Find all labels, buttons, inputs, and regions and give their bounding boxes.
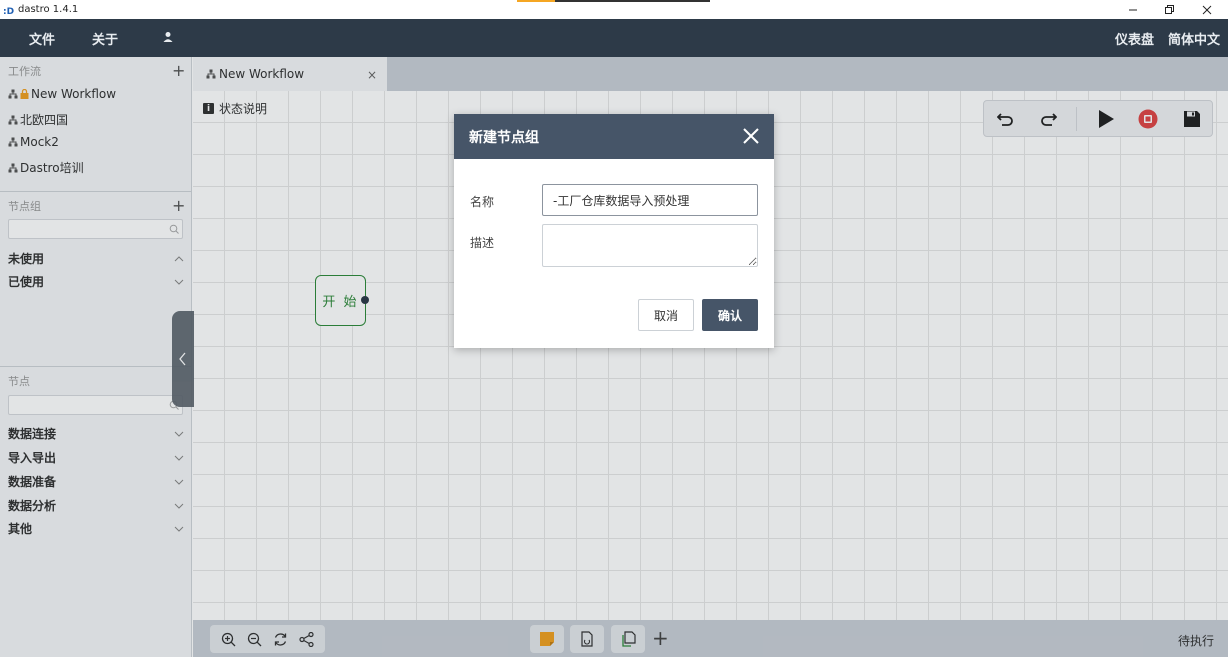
close-icon[interactable] [1189,0,1225,19]
menu-file[interactable]: 文件 [29,29,55,48]
name-field[interactable] [542,184,758,216]
cancel-button[interactable]: 取消 [638,299,694,331]
name-label: 名称 [470,195,495,209]
description-label: 描述 [470,236,495,250]
dialog-header: 新建节点组 [454,114,774,159]
confirm-button[interactable]: 确认 [702,299,758,331]
top-menubar: 文件 关于 仪表盘 简体中文 [0,19,1228,57]
svg-text::D: :D [3,7,14,15]
menu-about[interactable]: 关于 [92,29,118,48]
window-title: dastro 1.4.1 [18,4,79,15]
description-field[interactable] [542,224,758,267]
menu-dashboard[interactable]: 仪表盘 [1115,29,1154,48]
window-titlebar: :D dastro 1.4.1 [0,0,1228,19]
user-icon[interactable] [162,31,174,43]
menubar-right: 仪表盘 简体中文 [1115,19,1220,57]
menu-language[interactable]: 简体中文 [1168,29,1220,48]
new-node-group-dialog: 新建节点组 名称 描述 取消 确认 [454,114,774,348]
maximize-icon[interactable] [1151,0,1187,19]
loading-strip [517,0,710,2]
app-logo-icon: :D [3,5,15,15]
minimize-icon[interactable] [1115,0,1151,19]
dialog-title: 新建节点组 [469,129,539,146]
close-icon[interactable] [742,127,760,145]
